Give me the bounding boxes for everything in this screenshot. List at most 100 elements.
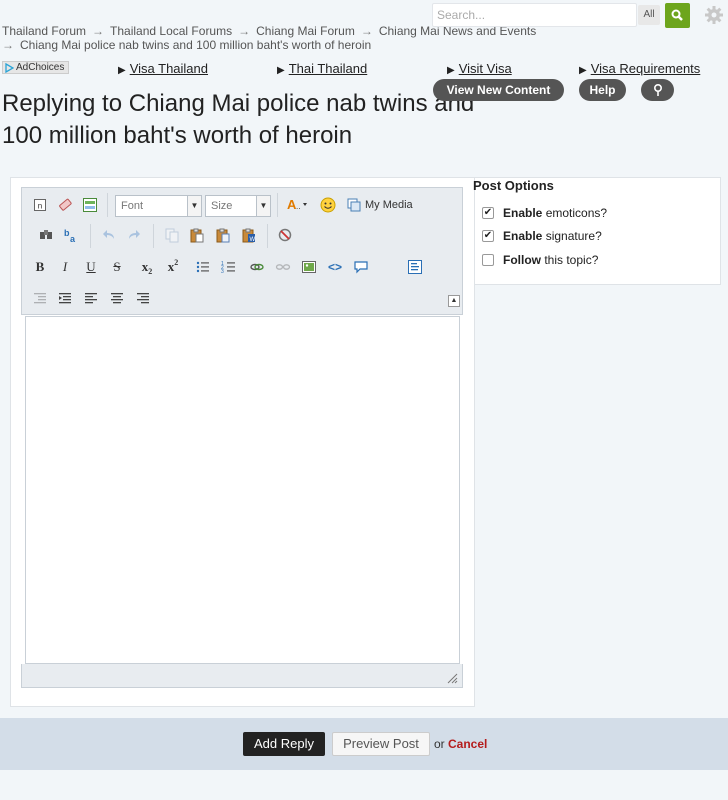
find-icon[interactable]: [37, 226, 55, 244]
ad-link-label: Visa Thailand: [129, 61, 209, 76]
my-media-button[interactable]: My Media: [347, 196, 417, 214]
my-media-label: My Media: [365, 199, 413, 211]
post-options-title: Post Options: [473, 178, 554, 193]
location-button[interactable]: [641, 79, 674, 101]
undo-icon[interactable]: [100, 226, 118, 244]
toolbar-separator: [90, 224, 91, 248]
emoticon-icon[interactable]: [319, 196, 337, 214]
breadcrumb-link[interactable]: Thailand Forum: [2, 24, 86, 38]
view-new-content-button[interactable]: View New Content: [433, 79, 564, 101]
preview-post-button[interactable]: Preview Post: [332, 732, 430, 756]
breadcrumb-link[interactable]: Thailand Local Forums: [110, 24, 232, 38]
svg-text:..: ..: [296, 202, 300, 211]
option-label-bold: Enable: [503, 229, 543, 243]
svg-text:W: W: [250, 237, 256, 243]
spellcheck-icon[interactable]: [276, 226, 294, 244]
unlink-icon[interactable]: [274, 258, 292, 276]
image-icon[interactable]: [300, 258, 318, 276]
breadcrumb-arrow: →: [2, 38, 14, 52]
indent-icon[interactable]: [56, 289, 74, 307]
replace-icon[interactable]: ba: [62, 226, 80, 244]
help-button[interactable]: Help: [579, 79, 626, 101]
outdent-icon[interactable]: [31, 289, 49, 307]
editor-text-area[interactable]: [25, 316, 460, 664]
search-button[interactable]: [665, 3, 690, 28]
caret-up-icon: ▲: [450, 297, 458, 304]
search-input[interactable]: [433, 4, 633, 26]
breadcrumb-arrow: →: [360, 24, 373, 38]
redo-icon[interactable]: [125, 226, 143, 244]
code-icon[interactable]: <>: [326, 258, 344, 276]
source-icon[interactable]: n: [31, 196, 49, 214]
quote-icon[interactable]: [352, 258, 370, 276]
strikethrough-icon[interactable]: S: [108, 258, 126, 276]
media-icon: [347, 198, 361, 212]
align-right-icon[interactable]: [134, 289, 152, 307]
search-icon: [671, 9, 683, 21]
numbered-list-icon[interactable]: 123: [220, 258, 238, 276]
svg-text:a: a: [70, 234, 76, 243]
cancel-link[interactable]: Cancel: [448, 737, 487, 751]
checkbox-checked[interactable]: ✔: [482, 230, 494, 242]
option-label: this topic?: [544, 253, 599, 267]
option-label-bold: Follow: [503, 253, 541, 267]
search-scope-button[interactable]: All: [638, 5, 660, 25]
breadcrumb-link[interactable]: Chiang Mai Forum: [256, 24, 355, 38]
size-select-label: Size: [211, 200, 233, 212]
bold-icon[interactable]: B: [31, 258, 49, 276]
breadcrumb-arrow: →: [92, 24, 105, 38]
align-center-icon[interactable]: [108, 289, 126, 307]
gear-icon[interactable]: [704, 5, 724, 25]
toolbar-separator: [277, 193, 278, 217]
triangle-icon: ▶: [118, 65, 126, 76]
svg-text:3: 3: [221, 269, 224, 275]
option-label-bold: Enable: [503, 206, 543, 220]
toolbar-separator: [153, 224, 154, 248]
editor-footer: [21, 664, 463, 688]
triangle-icon: ▶: [579, 65, 587, 76]
copy-icon[interactable]: [163, 226, 181, 244]
paste-text-icon[interactable]: [214, 226, 232, 244]
font-select[interactable]: Font ▼: [115, 195, 202, 217]
font-select-label: Font: [121, 200, 144, 212]
checkbox-checked[interactable]: ✔: [482, 207, 494, 219]
option-label: signature?: [545, 229, 602, 243]
option-enable-signature[interactable]: ✔ Enable signature?: [482, 229, 602, 243]
option-follow-topic[interactable]: Follow this topic?: [482, 253, 598, 267]
ad-link[interactable]: ▶ Visa Requirements: [579, 61, 700, 76]
template-icon[interactable]: [81, 196, 99, 214]
resize-handle-icon[interactable]: [446, 672, 458, 684]
collapse-toolbar-button[interactable]: ▲: [448, 295, 460, 307]
svg-text:n: n: [38, 202, 42, 211]
underline-icon[interactable]: U: [82, 258, 100, 276]
toolbar-separator: [267, 224, 268, 248]
align-left-icon[interactable]: [82, 289, 100, 307]
ad-link[interactable]: ▶ Thai Thailand: [277, 61, 367, 76]
option-enable-emoticons[interactable]: ✔ Enable emoticons?: [482, 206, 607, 220]
adchoices-icon: [5, 62, 14, 73]
size-select[interactable]: Size ▼: [205, 195, 271, 217]
adchoices-badge[interactable]: AdChoices: [2, 61, 70, 74]
breadcrumb: Thailand Forum → Thailand Local Forums → Chi…: [2, 24, 562, 52]
superscript-icon[interactable]: x2: [164, 258, 182, 276]
breadcrumb-arrow: →: [238, 24, 251, 38]
chevron-down-icon: ▼: [187, 196, 201, 216]
special-content-icon[interactable]: [406, 258, 424, 276]
italic-icon[interactable]: I: [56, 258, 74, 276]
option-label: emoticons?: [545, 206, 608, 220]
ad-link[interactable]: ▶ Visa Thailand: [118, 61, 208, 76]
paste-word-icon[interactable]: W: [240, 226, 258, 244]
text-color-icon[interactable]: A..: [285, 196, 309, 214]
bullet-list-icon[interactable]: [194, 258, 212, 276]
ad-link[interactable]: ▶ Visit Visa: [447, 61, 512, 76]
checkbox-unchecked[interactable]: [482, 254, 494, 266]
link-icon[interactable]: [248, 258, 266, 276]
eraser-icon[interactable]: [56, 196, 74, 214]
adchoices-label: AdChoices: [16, 62, 65, 73]
add-reply-button[interactable]: Add Reply: [243, 732, 325, 756]
paste-icon[interactable]: [188, 226, 206, 244]
editor-toolbar: n Font ▼ Size ▼ A.. My Media ba W B I U S …: [21, 187, 463, 315]
subscript-icon[interactable]: x2: [138, 258, 156, 276]
or-text: or: [434, 737, 445, 751]
breadcrumb-current: Chiang Mai police nab twins and 100 mill…: [20, 38, 372, 52]
